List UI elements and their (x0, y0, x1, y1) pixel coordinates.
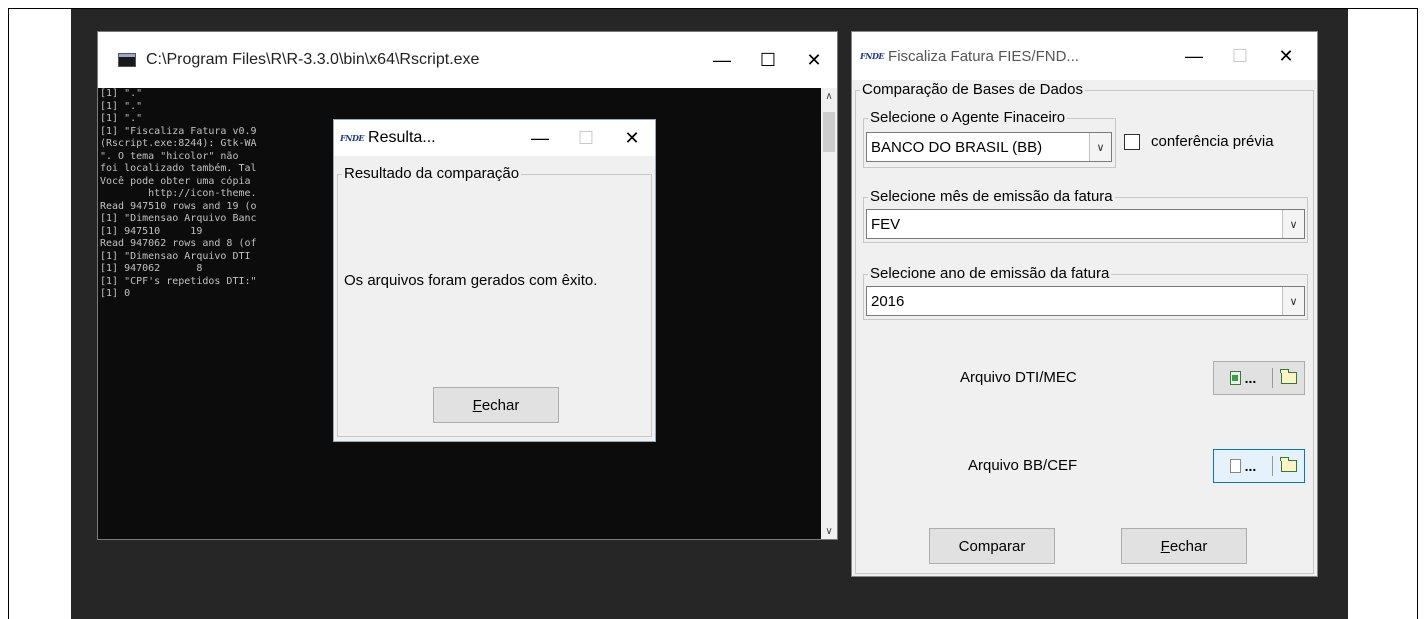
fiscaliza-titlebar[interactable]: FNDE Fiscaliza Fatura FIES/FND... — ☐ ✕ (852, 32, 1317, 80)
compare-button[interactable]: Comparar (929, 528, 1055, 564)
result-message: Os arquivos foram gerados com êxito. (344, 272, 598, 289)
chevron-down-icon[interactable]: ∨ (1282, 210, 1304, 238)
file-bb-open[interactable]: ... (1214, 458, 1272, 474)
result-maximize-button: ☐ (577, 127, 595, 148)
file-bb-label: Arquivo BB/CEF (968, 457, 1078, 474)
month-groupbox: Selecione mês de emissão da fatura FEV ∨ (863, 188, 1308, 243)
console-scrollbar[interactable]: ∧ ∨ (821, 88, 837, 539)
close-label-rest: echar (481, 396, 520, 414)
file-dti-label: Arquivo DTI/MEC (960, 369, 1077, 386)
file-dti-dots: ... (1244, 370, 1257, 386)
agent-groupbox: Selecione o Agente Finaceiro BANCO DO BR… (863, 109, 1116, 168)
chevron-down-icon[interactable]: ∨ (1282, 287, 1304, 315)
fiscaliza-title: Fiscaliza Fatura FIES/FND... (888, 47, 1079, 65)
year-select[interactable]: 2016 ∨ (866, 286, 1305, 316)
file-dti-browse[interactable] (1273, 369, 1304, 384)
document-file-icon (1229, 459, 1241, 473)
console-line: [1] "." (100, 88, 143, 99)
close-label-rest: echar (1169, 537, 1208, 555)
year-group-label: Selecione ano de emissão da fatura (868, 265, 1112, 282)
scroll-up-icon[interactable]: ∧ (821, 88, 837, 104)
pre-check-label[interactable]: conferência prévia (1151, 133, 1274, 150)
year-groupbox: Selecione ano de emissão da fatura 2016 … (863, 265, 1308, 320)
console-line: [1] "." (100, 100, 143, 112)
result-dialog-title: Resulta... (368, 129, 436, 146)
result-dialog-titlebar[interactable]: FNDE Resulta... — ☐ ✕ (334, 120, 655, 156)
console-app-icon (118, 53, 136, 67)
pre-check-checkbox[interactable] (1124, 134, 1140, 150)
result-groupbox: Resultado da comparação Os arquivos fora… (337, 165, 652, 437)
scroll-down-icon[interactable]: ∨ (821, 523, 837, 539)
scroll-thumb[interactable] (823, 112, 835, 152)
result-close-dialog-button[interactable]: Fechar (433, 387, 559, 423)
file-dti-button[interactable]: ... (1213, 361, 1305, 395)
month-group-label: Selecione mês de emissão da fatura (868, 188, 1115, 205)
result-group-label: Resultado da comparação (342, 165, 522, 182)
console-minimize-button[interactable]: — (699, 32, 745, 88)
console-titlebar[interactable]: C:\Program Files\R\R-3.3.0\bin\x64\Rscri… (98, 32, 837, 88)
fiscaliza-close-button[interactable]: ✕ (1263, 32, 1309, 80)
fiscaliza-window[interactable]: FNDE Fiscaliza Fatura FIES/FND... — ☐ ✕ … (851, 31, 1318, 577)
month-selected-value: FEV (871, 215, 901, 233)
agent-select[interactable]: BANCO DO BRASIL (BB) ∨ (866, 132, 1112, 162)
year-selected-value: 2016 (871, 292, 905, 310)
console-maximize-button[interactable]: ☐ (745, 32, 791, 88)
spreadsheet-file-icon (1229, 371, 1241, 385)
console-title: C:\Program Files\R\R-3.3.0\bin\x64\Rscri… (146, 51, 480, 68)
close-mnemonic: F (1160, 537, 1170, 555)
month-select[interactable]: FEV ∨ (866, 209, 1305, 239)
file-bb-dots: ... (1244, 458, 1257, 474)
fiscaliza-minimize-button[interactable]: — (1171, 32, 1217, 80)
folder-icon (1280, 457, 1297, 472)
agent-selected-value: BANCO DO BRASIL (BB) (871, 138, 1043, 156)
folder-icon (1280, 369, 1297, 384)
chevron-down-icon[interactable]: ∨ (1089, 133, 1111, 161)
fnde-logo-icon: FNDE (340, 133, 365, 143)
fiscaliza-maximize-button: ☐ (1231, 45, 1249, 66)
fiscaliza-close-dialog-button[interactable]: Fechar (1121, 528, 1247, 564)
fnde-logo-icon: FNDE (860, 51, 885, 61)
file-bb-browse[interactable] (1273, 457, 1304, 472)
console-close-button[interactable]: ✕ (791, 32, 837, 88)
file-dti-open[interactable]: ... (1214, 370, 1272, 386)
comparison-groupbox: Comparação de Bases de Dados Selecione o… (855, 81, 1314, 574)
close-mnemonic: F (472, 396, 482, 414)
result-dialog[interactable]: FNDE Resulta... — ☐ ✕ Resultado da compa… (333, 119, 656, 442)
agent-group-label: Selecione o Agente Finaceiro (868, 109, 1068, 126)
file-bb-button[interactable]: ... (1213, 449, 1305, 483)
result-minimize-button[interactable]: — (517, 120, 563, 156)
result-close-button[interactable]: ✕ (609, 120, 655, 156)
comparison-group-label: Comparação de Bases de Dados (860, 81, 1085, 98)
